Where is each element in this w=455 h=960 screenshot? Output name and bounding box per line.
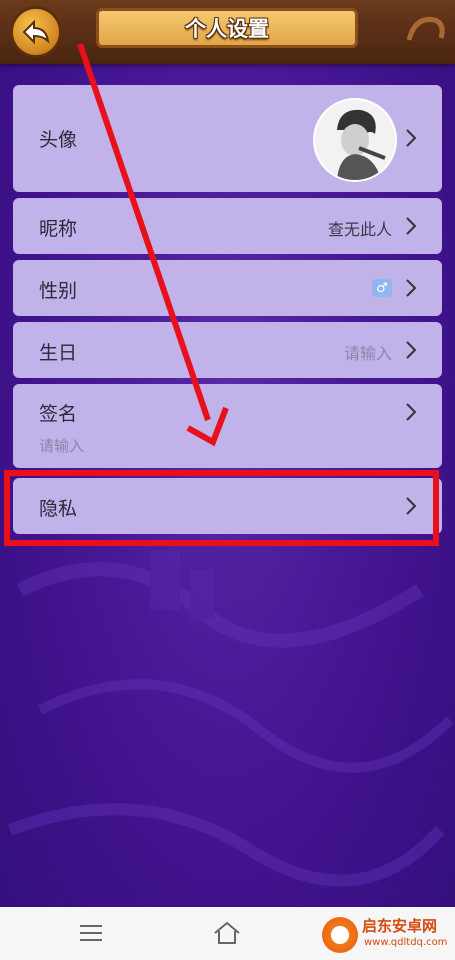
annotation-highlight-box: [4, 470, 439, 546]
home-icon[interactable]: [212, 919, 242, 947]
watermark-logo-icon: [322, 917, 358, 953]
background-decoration: [7, 550, 454, 887]
annotation-arrow: [77, 43, 229, 447]
watermark-title: 启东安卓网: [362, 917, 438, 935]
watermark: 启东安卓网 www.qdltdq.com: [322, 913, 455, 957]
watermark-url: www.qdltdq.com: [364, 937, 448, 948]
menu-icon[interactable]: [76, 919, 106, 947]
